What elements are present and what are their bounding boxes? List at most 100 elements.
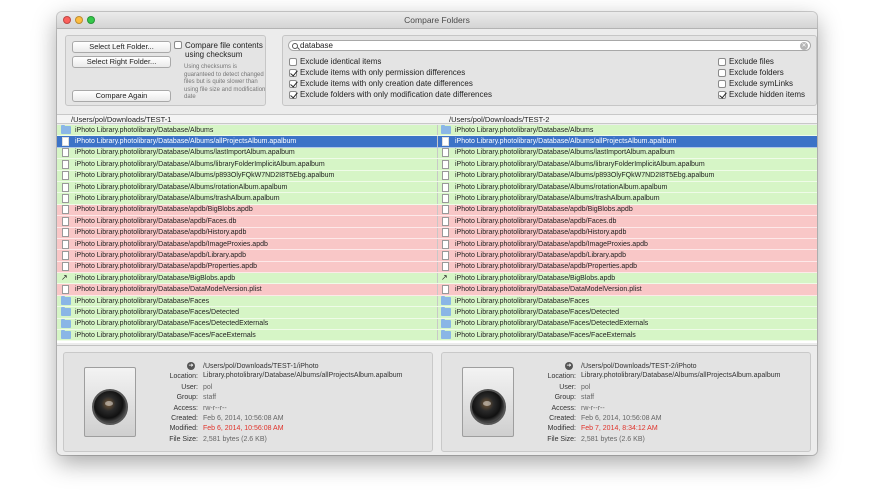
right-item-cell[interactable]: iPhoto Library.photolibrary/Database/Fac… <box>437 318 817 330</box>
right-item-cell[interactable]: iPhoto Library.photolibrary/Database/Alb… <box>437 170 817 181</box>
select-right-folder-button[interactable]: Select Right Folder... <box>72 56 171 68</box>
exclude-creation-option[interactable]: Exclude items with only creation date di… <box>289 79 473 88</box>
right-item-cell[interactable]: iPhoto Library.photolibrary/Database/apd… <box>437 238 817 250</box>
table-row[interactable]: iPhoto Library.photolibrary/Database/Fac… <box>57 295 817 308</box>
right-item-cell[interactable]: iPhoto Library.photolibrary/Database/apd… <box>437 250 817 261</box>
left-item-cell[interactable]: iPhoto Library.photolibrary/Database/apd… <box>57 205 437 215</box>
table-row[interactable]: ↗ iPhoto Library.photolibrary/Database/Bi… <box>57 273 817 285</box>
table-row[interactable]: iPhoto Library.photolibrary/Database/apd… <box>57 204 817 217</box>
checksum-option[interactable]: Compare file contents using checksum <box>174 41 270 59</box>
exclude-symlinks-checkbox[interactable] <box>718 79 726 88</box>
exclude-identical-checkbox[interactable] <box>289 57 297 66</box>
right-item-cell[interactable]: iPhoto Library.photolibrary/Database/Alb… <box>437 136 817 147</box>
left-item-cell[interactable]: iPhoto Library.photolibrary/Database/Alb… <box>57 125 437 135</box>
right-item-cell[interactable]: iPhoto Library.photolibrary/Database/Fac… <box>437 307 817 318</box>
left-item-cell[interactable]: iPhoto Library.photolibrary/Database/Alb… <box>57 182 437 192</box>
exclude-permission-option[interactable]: Exclude items with only permission diffe… <box>289 68 465 77</box>
left-item-cell[interactable]: iPhoto Library.photolibrary/Database/Dat… <box>57 284 437 295</box>
exclude-folders-checkbox[interactable] <box>718 68 726 77</box>
table-row[interactable]: iPhoto Library.photolibrary/Database/Fac… <box>57 330 817 342</box>
table-row[interactable]: iPhoto Library.photolibrary/Database/Alb… <box>57 125 817 137</box>
left-item-cell[interactable]: iPhoto Library.photolibrary/Database/apd… <box>57 216 437 226</box>
user-label: User: <box>181 383 198 391</box>
left-item-cell[interactable]: iPhoto Library.photolibrary/Database/apd… <box>57 239 437 249</box>
left-item-cell[interactable]: iPhoto Library.photolibrary/Database/Fac… <box>57 296 437 306</box>
exclude-folders-moddate-option[interactable]: Exclude folders with only modification d… <box>289 90 492 99</box>
column-headers: /Users/pol/Downloads/TEST-1 /Users/pol/D… <box>57 114 817 124</box>
file-icon <box>62 171 69 181</box>
left-folder-header[interactable]: /Users/pol/Downloads/TEST-1 <box>71 115 171 124</box>
exclude-symlinks-option[interactable]: Exclude symLinks <box>718 79 793 88</box>
right-item-cell[interactable]: iPhoto Library.photolibrary/Database/apd… <box>437 261 817 273</box>
zoom-window-button[interactable] <box>87 16 95 24</box>
close-window-button[interactable] <box>63 16 71 24</box>
table-row[interactable]: iPhoto Library.photolibrary/Database/Alb… <box>57 159 817 171</box>
exclude-hidden-checkbox[interactable] <box>718 90 726 99</box>
reveal-arrow-icon[interactable]: ➜ <box>187 362 195 371</box>
table-row[interactable]: iPhoto Library.photolibrary/Database/apd… <box>57 261 817 274</box>
comparison-list[interactable]: iPhoto Library.photolibrary/Database/Alb… <box>57 125 817 343</box>
right-item-cell[interactable]: iPhoto Library.photolibrary/Database/apd… <box>437 227 817 238</box>
right-item-cell[interactable]: iPhoto Library.photolibrary/Database/Alb… <box>437 125 817 136</box>
right-item-cell[interactable]: ↗ iPhoto Library.photolibrary/Database/Bi… <box>437 273 817 284</box>
left-item-cell[interactable]: iPhoto Library.photolibrary/Database/Alb… <box>57 171 437 181</box>
table-row[interactable]: iPhoto Library.photolibrary/Database/Dat… <box>57 284 817 296</box>
left-item-cell[interactable]: iPhoto Library.photolibrary/Database/Alb… <box>57 159 437 169</box>
checksum-checkbox[interactable] <box>174 41 182 49</box>
right-item-cell[interactable]: iPhoto Library.photolibrary/Database/Alb… <box>437 159 817 170</box>
item-path: iPhoto Library.photolibrary/Database/Fac… <box>75 320 269 328</box>
left-item-cell[interactable]: iPhoto Library.photolibrary/Database/Alb… <box>57 193 437 204</box>
table-row[interactable]: iPhoto Library.photolibrary/Database/Alb… <box>57 193 817 205</box>
left-item-cell[interactable]: iPhoto Library.photolibrary/Database/Alb… <box>57 148 437 158</box>
right-folder-header[interactable]: /Users/pol/Downloads/TEST-2 <box>449 115 549 124</box>
left-item-cell[interactable]: iPhoto Library.photolibrary/Database/apd… <box>57 250 437 260</box>
select-left-folder-button[interactable]: Select Left Folder... <box>72 41 171 53</box>
table-row[interactable]: iPhoto Library.photolibrary/Database/Alb… <box>57 136 817 148</box>
modified-label: Modified: <box>169 425 198 433</box>
left-item-cell[interactable]: iPhoto Library.photolibrary/Database/Fac… <box>57 318 437 329</box>
table-row[interactable]: iPhoto Library.photolibrary/Database/Alb… <box>57 170 817 182</box>
right-item-cell[interactable]: iPhoto Library.photolibrary/Database/apd… <box>437 216 817 227</box>
exclude-permission-checkbox[interactable] <box>289 68 297 77</box>
right-item-cell[interactable]: iPhoto Library.photolibrary/Database/Alb… <box>437 147 817 159</box>
table-row[interactable]: iPhoto Library.photolibrary/Database/apd… <box>57 238 817 251</box>
right-item-cell[interactable]: iPhoto Library.photolibrary/Database/Fac… <box>437 330 817 341</box>
exclude-identical-label: Exclude identical items <box>300 57 382 66</box>
left-item-cell[interactable]: iPhoto Library.photolibrary/Database/Alb… <box>57 136 437 147</box>
compare-again-button[interactable]: Compare Again <box>72 90 171 102</box>
right-item-cell[interactable]: iPhoto Library.photolibrary/Database/apd… <box>437 204 817 216</box>
table-row[interactable]: iPhoto Library.photolibrary/Database/Alb… <box>57 147 817 160</box>
table-row[interactable]: iPhoto Library.photolibrary/Database/apd… <box>57 250 817 262</box>
search-icon <box>292 42 298 49</box>
search-field[interactable]: database ✕ <box>288 40 811 51</box>
exclude-folders-option[interactable]: Exclude folders <box>718 68 784 77</box>
right-item-cell[interactable]: iPhoto Library.photolibrary/Database/Alb… <box>437 181 817 193</box>
exclude-identical-option[interactable]: Exclude identical items <box>289 57 381 66</box>
clear-search-icon[interactable]: ✕ <box>800 42 808 50</box>
item-path: iPhoto Library.photolibrary/Database/Dat… <box>455 286 642 294</box>
exclude-folders-moddate-checkbox[interactable] <box>289 90 297 99</box>
search-input[interactable]: database <box>300 41 333 50</box>
minimize-window-button[interactable] <box>75 16 83 24</box>
table-row[interactable]: iPhoto Library.photolibrary/Database/apd… <box>57 216 817 228</box>
right-item-cell[interactable]: iPhoto Library.photolibrary/Database/Fac… <box>437 295 817 307</box>
exclude-hidden-option[interactable]: Exclude hidden items <box>718 90 805 99</box>
table-row[interactable]: iPhoto Library.photolibrary/Database/Fac… <box>57 307 817 319</box>
reveal-arrow-icon[interactable]: ➜ <box>565 362 573 371</box>
left-item-cell[interactable]: iPhoto Library.photolibrary/Database/apd… <box>57 228 437 238</box>
file-icon <box>62 250 69 260</box>
right-item-cell[interactable]: iPhoto Library.photolibrary/Database/Dat… <box>437 284 817 295</box>
table-row[interactable]: iPhoto Library.photolibrary/Database/Fac… <box>57 318 817 331</box>
exclude-files-option[interactable]: Exclude files <box>718 57 774 66</box>
left-item-cell[interactable]: iPhoto Library.photolibrary/Database/apd… <box>57 262 437 272</box>
table-row[interactable]: iPhoto Library.photolibrary/Database/Alb… <box>57 181 817 194</box>
left-item-cell[interactable]: ↗ iPhoto Library.photolibrary/Database/Bi… <box>57 273 437 283</box>
item-path: iPhoto Library.photolibrary/Database/Fac… <box>455 308 620 316</box>
exclude-creation-checkbox[interactable] <box>289 79 297 88</box>
exclude-files-checkbox[interactable] <box>718 57 726 66</box>
right-item-cell[interactable]: iPhoto Library.photolibrary/Database/Alb… <box>437 193 817 204</box>
exclude-creation-label: Exclude items with only creation date di… <box>300 79 473 88</box>
left-item-cell[interactable]: iPhoto Library.photolibrary/Database/Fac… <box>57 330 437 340</box>
left-item-cell[interactable]: iPhoto Library.photolibrary/Database/Fac… <box>57 307 437 317</box>
table-row[interactable]: iPhoto Library.photolibrary/Database/apd… <box>57 227 817 239</box>
